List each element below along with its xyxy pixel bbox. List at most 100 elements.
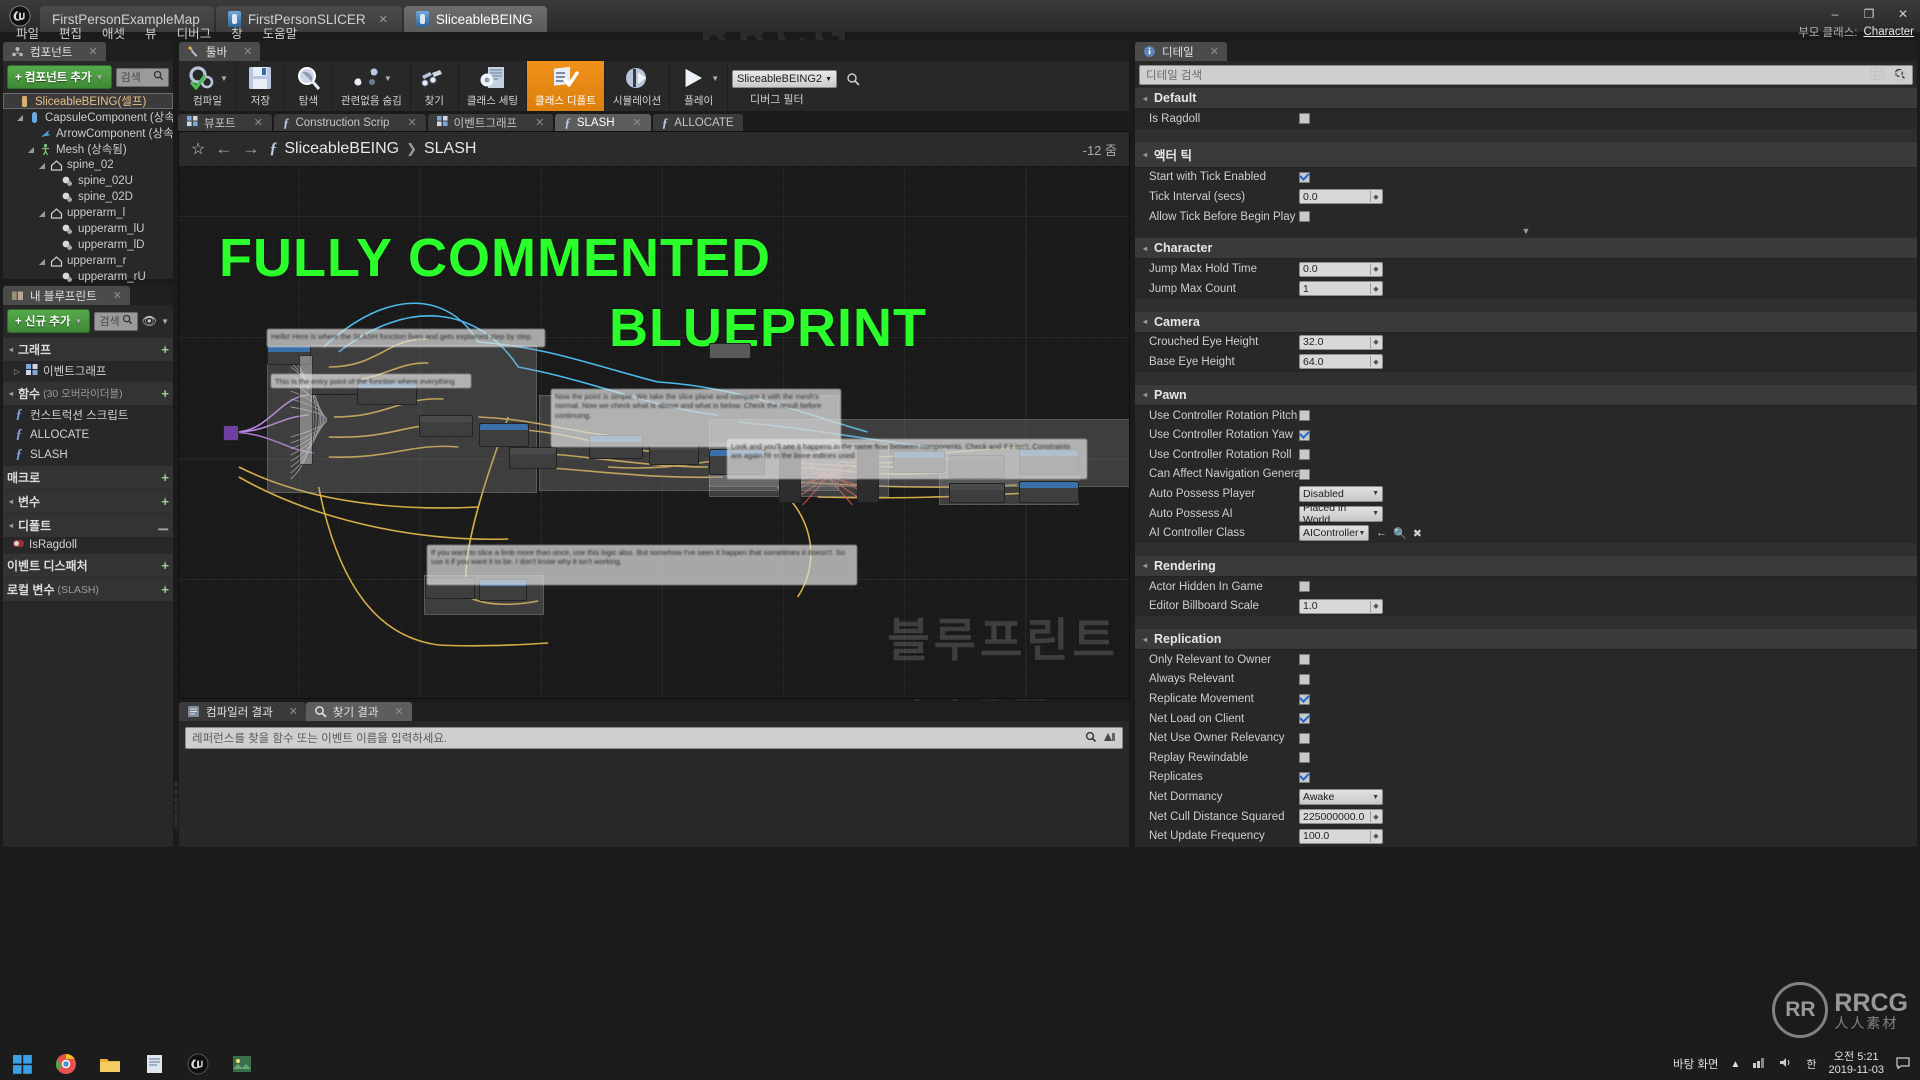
find-results-search-input[interactable]: 레퍼런스를 찾을 함수 또는 이벤트 이름을 입력하세요. (185, 727, 1123, 749)
toolbar-button-save[interactable]: 저장 (237, 61, 285, 111)
add-local-variable-button[interactable]: + (161, 582, 169, 597)
number-input-net-cull-distance-squared[interactable]: 225000000.0 ◆ (1299, 809, 1383, 825)
number-input-net-update-frequency[interactable]: 100.0 ◆ (1299, 828, 1383, 844)
graph-reroute[interactable] (299, 355, 313, 465)
checkbox-always-relevant[interactable] (1299, 673, 1310, 685)
graph-tab-slash[interactable]: ƒ SLASH ✕ (555, 114, 651, 131)
graph-node[interactable] (709, 343, 751, 359)
graph-comment[interactable]: This is the entry point of the function … (271, 374, 471, 388)
close-icon[interactable]: ✕ (113, 289, 122, 302)
graph-comment[interactable]: Hello! Here is where the SLASH function … (267, 329, 545, 347)
collapse-defaults-button[interactable]: ⚊ (157, 518, 169, 534)
details-category-character[interactable]: ◂ Character (1135, 237, 1917, 260)
tab-find-results[interactable]: 찾기 결과 ✕ (305, 702, 412, 721)
details-category-액터-틱[interactable]: ◂ 액터 틱 (1135, 140, 1917, 168)
expand-arrow-icon[interactable]: ◢ (27, 145, 35, 154)
menu-item-window[interactable]: 창 (221, 21, 253, 44)
graph-comment[interactable]: If you want to slice a limb more than on… (427, 545, 857, 585)
section-defaults[interactable]: ◂ 디폴트 ⚊ (3, 513, 173, 537)
checkbox-can-affect-navigation-generation[interactable] (1299, 468, 1310, 480)
details-category-rendering[interactable]: ◂ Rendering (1135, 554, 1917, 577)
menu-item-view[interactable]: 뷰 (135, 21, 167, 44)
expand-arrow-icon[interactable]: ◢ (38, 209, 46, 218)
tab-details[interactable]: 디테일 ✕ (1135, 42, 1227, 61)
notifications-icon[interactable] (1896, 1056, 1910, 1072)
components-tree[interactable]: SliceableBEING(셀프) ◢ CapsuleComponent (상속됨… (3, 93, 173, 285)
chevron-down-icon[interactable]: ▼ (220, 74, 228, 83)
variable-item-isragdoll[interactable]: IsRagdoll (3, 537, 173, 553)
myblueprint-search-input[interactable]: 검색 (94, 311, 138, 331)
checkbox-replay-rewindable[interactable] (1299, 752, 1310, 764)
number-input-editor-billboard-scale[interactable]: 1.0 ◆ (1299, 598, 1383, 614)
component-tree-item[interactable]: upperarm_lU (3, 221, 173, 237)
chevron-down-icon[interactable]: ▼ (161, 317, 169, 326)
stepper-icon[interactable]: ◆ (1370, 283, 1381, 295)
checkbox-net-load-on-client[interactable] (1299, 713, 1310, 725)
checkbox-use-controller-rotation-roll[interactable] (1299, 449, 1310, 461)
component-tree-item[interactable]: ◢ upperarm_l (3, 205, 173, 221)
section-local-variables[interactable]: 로컬 변수 (SLASH) + (3, 577, 173, 601)
stepper-icon[interactable]: ◆ (1370, 263, 1381, 275)
component-tree-item[interactable]: ◢ CapsuleComponent (상속됨) (3, 109, 173, 125)
toolbar-button-find[interactable]: 찾기 (411, 61, 459, 111)
checkbox-replicate-movement[interactable] (1299, 693, 1310, 705)
volume-icon[interactable] (1779, 1056, 1794, 1072)
debug-object-select[interactable]: SliceableBEING2 ▼ (732, 70, 837, 88)
select-auto-possess-player[interactable]: Disabled ▼ (1299, 485, 1383, 502)
graph-tab-뷰포트[interactable]: 뷰포트 ✕ (178, 114, 272, 131)
section-event-dispatchers[interactable]: 이벤트 디스패처 + (3, 553, 173, 577)
function-item-allocate[interactable]: ƒ ALLOCATE (3, 425, 173, 445)
language-icon[interactable]: 한 (1806, 1056, 1816, 1072)
checkbox-allow-tick-before-begin-play[interactable] (1299, 211, 1310, 223)
chevron-down-icon[interactable]: ▼ (384, 74, 392, 83)
add-variable-button[interactable]: + (161, 494, 169, 509)
graph-node[interactable] (223, 425, 239, 441)
checkbox-use-controller-rotation-yaw[interactable] (1299, 429, 1310, 441)
toolbar-button-browse[interactable]: 탐색 (285, 61, 333, 111)
details-category-replication[interactable]: ◂ Replication (1135, 628, 1917, 651)
details-search-input[interactable]: 디테일 검색 (1139, 65, 1913, 85)
section-macros[interactable]: 매크로 + (3, 465, 173, 489)
checkbox-net-use-owner-relevancy[interactable] (1299, 732, 1310, 744)
checkbox-only-relevant-to-owner[interactable] (1299, 654, 1310, 666)
components-search-input[interactable]: 검색 (115, 67, 169, 87)
favorite-star-icon[interactable]: ☆ (191, 139, 205, 159)
toolbar-button-compile[interactable]: ▼ 컴파일 (179, 61, 237, 111)
graph-node[interactable] (479, 423, 529, 447)
component-tree-item[interactable]: spine_02U (3, 173, 173, 189)
function-item-slash[interactable]: ƒ SLASH (3, 445, 173, 465)
close-icon[interactable]: ✕ (407, 116, 416, 129)
chrome-icon[interactable] (44, 1048, 88, 1080)
settings-grid-icon[interactable] (1869, 66, 1886, 85)
number-input-base-eye-height[interactable]: 64.0 ◆ (1299, 354, 1383, 370)
show-desktop-label[interactable]: 바탕 화면 (1673, 1056, 1719, 1072)
number-input-crouched-eye-height[interactable]: 32.0 ◆ (1299, 334, 1383, 350)
details-category-pawn[interactable]: ◂ Pawn (1135, 383, 1917, 406)
graph-node[interactable] (419, 415, 473, 437)
expand-arrow-icon[interactable]: ◢ (38, 257, 46, 266)
add-graph-button[interactable]: + (161, 342, 169, 357)
toolbar-button-simulate[interactable]: 시뮬레이션 (605, 61, 671, 111)
forward-arrow-icon[interactable]: → (242, 139, 259, 159)
parent-class-link[interactable]: Character (1864, 26, 1915, 38)
add-function-button[interactable]: + (161, 386, 169, 401)
component-tree-item[interactable]: SliceableBEING(셀프) (3, 93, 173, 109)
stepper-icon[interactable]: ◆ (1370, 811, 1381, 823)
close-icon[interactable]: ✕ (88, 45, 97, 58)
select-auto-possess-ai[interactable]: Placed in World ▼ (1299, 502, 1383, 526)
close-icon[interactable]: ✕ (394, 705, 403, 718)
breadcrumb-root[interactable]: SliceableBEING (284, 140, 399, 158)
add-macro-button[interactable]: + (161, 470, 169, 485)
details-advanced-expander[interactable]: ▼ (1135, 226, 1917, 237)
use-selected-asset-icon[interactable]: ← (1376, 527, 1387, 539)
graph-tab-이벤트그래프[interactable]: 이벤트그래프 ✕ (427, 114, 554, 131)
add-new-button[interactable]: + 신규 추가 ▼ (7, 309, 91, 333)
select-net-dormancy[interactable]: Awake ▼ (1299, 789, 1383, 806)
component-tree-item[interactable]: ◢ spine_02 (3, 157, 173, 173)
network-icon[interactable] (1752, 1056, 1767, 1072)
stepper-icon[interactable]: ◆ (1370, 356, 1381, 368)
checkbox-start-with-tick-enabled[interactable] (1299, 171, 1310, 183)
eye-icon[interactable]: 👁 (1892, 68, 1909, 84)
close-icon[interactable]: ✕ (243, 45, 252, 58)
menu-item-edit[interactable]: 편집 (49, 21, 92, 44)
